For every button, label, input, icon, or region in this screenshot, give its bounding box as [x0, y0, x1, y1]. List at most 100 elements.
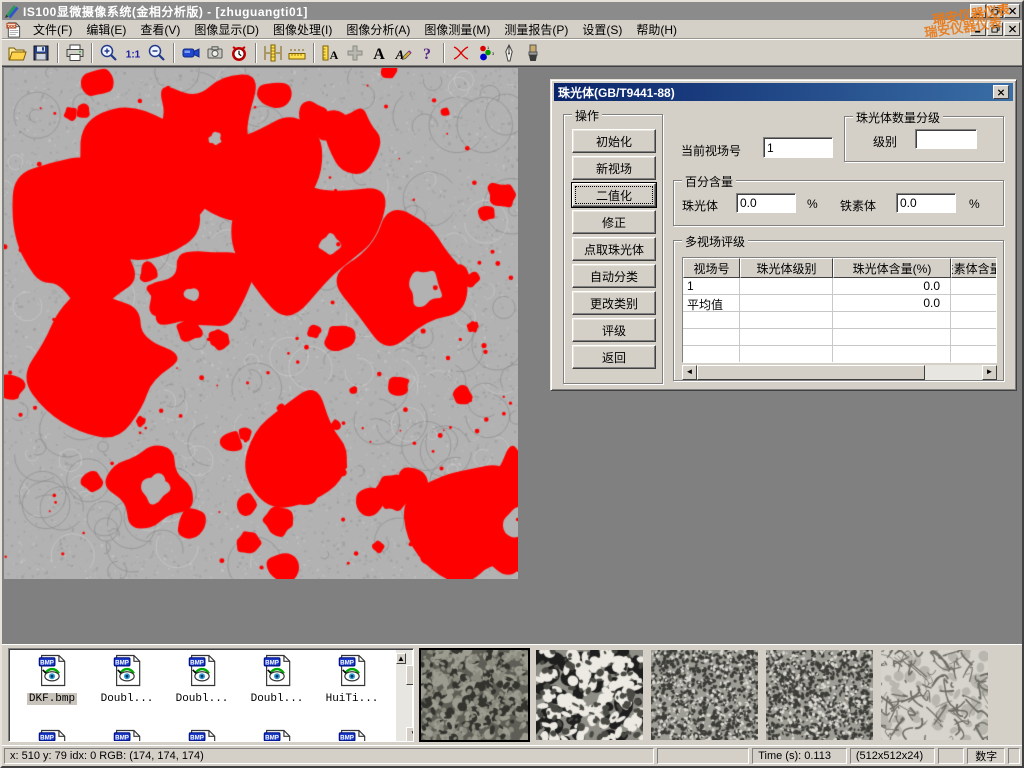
grade-button[interactable]: 评级: [572, 318, 656, 342]
measure-label-icon[interactable]: A: [319, 41, 343, 64]
thumbnail-2[interactable]: [536, 650, 643, 740]
file-item[interactable]: BMPDoubl...: [167, 654, 237, 705]
scroll-left-icon[interactable]: ◄: [682, 365, 697, 380]
child-minimize-button[interactable]: [970, 22, 986, 36]
table-cell: [683, 329, 740, 346]
svg-text:BMP: BMP: [115, 734, 129, 741]
file-item[interactable]: BMP: [242, 729, 312, 742]
ferrite-unit: %: [969, 197, 980, 211]
table-row[interactable]: [683, 312, 996, 329]
file-list-vscrollbar[interactable]: ▲ ▼: [396, 650, 412, 742]
table-header: 珠光体级别: [740, 258, 833, 278]
auto-classify-button[interactable]: 自动分类: [572, 264, 656, 288]
svg-text:BMP: BMP: [190, 659, 204, 666]
save-icon[interactable]: [29, 41, 53, 64]
child-close-button[interactable]: [1004, 22, 1020, 36]
ruler-icon[interactable]: [285, 41, 309, 64]
scroll-right-icon[interactable]: ►: [982, 365, 997, 380]
pearlite-percent-input[interactable]: [736, 193, 796, 213]
menu-settings[interactable]: 设置(S): [575, 22, 629, 38]
file-item[interactable]: BMP: [92, 729, 162, 742]
thumbnail-1[interactable]: [421, 650, 528, 740]
menu-measure-report[interactable]: 测量报告(P): [497, 22, 575, 38]
operations-group: 操作 初始化新视场二值化修正点取珠光体自动分类更改类别评级返回: [563, 114, 663, 384]
table-row[interactable]: [683, 346, 996, 363]
vscroll-thumb[interactable]: [406, 665, 414, 685]
file-item[interactable]: BMP: [17, 729, 87, 742]
svg-text:BMP: BMP: [340, 659, 354, 666]
file-item[interactable]: BMPDoubl...: [92, 654, 162, 705]
thumbnail-4[interactable]: [766, 650, 873, 740]
print-icon[interactable]: [63, 41, 87, 64]
svg-text:1: 1: [487, 45, 490, 50]
hscroll-thumb[interactable]: [697, 365, 925, 380]
table-row[interactable]: 平均值0.0: [683, 295, 996, 312]
table-hscrollbar[interactable]: ◄ ►: [682, 365, 997, 380]
change-class-button[interactable]: 更改类别: [572, 291, 656, 315]
menu-image-display[interactable]: 图像显示(D): [187, 22, 266, 38]
file-item[interactable]: BMP: [167, 729, 237, 742]
text-icon[interactable]: A: [367, 41, 391, 64]
status-time: Time (s): 0.113: [752, 748, 847, 764]
scroll-up-icon[interactable]: ▲: [396, 653, 406, 664]
ferrite-percent-input[interactable]: [896, 193, 956, 213]
return-button[interactable]: 返回: [572, 345, 656, 369]
binarize-button[interactable]: 二值化: [572, 183, 656, 207]
menu-image-analysis[interactable]: 图像分析(A): [339, 22, 417, 38]
menu-file[interactable]: 文件(F): [26, 22, 79, 38]
app-icon: [4, 3, 20, 19]
table-cell: [740, 329, 833, 346]
actual-size-icon[interactable]: 1:1: [121, 41, 145, 64]
snapshot-icon[interactable]: [203, 41, 227, 64]
zoom-in-icon[interactable]: [97, 41, 121, 64]
correct-button[interactable]: 修正: [572, 210, 656, 234]
file-panel: ▲ ▼ BMPDKF.bmpBMPDoubl...BMPDoubl...BMPD…: [2, 644, 1022, 745]
table-header: 视场号: [683, 258, 740, 278]
caliper-icon[interactable]: [261, 41, 285, 64]
file-item[interactable]: BMPHuiTi...: [317, 654, 387, 705]
pick-pearlite-button[interactable]: 点取珠光体: [572, 237, 656, 261]
open-file-icon[interactable]: [5, 41, 29, 64]
table-row[interactable]: [683, 329, 996, 346]
current-field-input[interactable]: [763, 137, 833, 158]
thumbnail-5[interactable]: [881, 650, 988, 740]
brush-icon[interactable]: [521, 41, 545, 64]
file-item[interactable]: BMPDoubl...: [242, 654, 312, 705]
svg-text:A: A: [373, 46, 385, 63]
help-icon[interactable]: ?: [415, 41, 439, 64]
child-restore-button[interactable]: [987, 22, 1003, 36]
menu-view[interactable]: 查看(V): [133, 22, 187, 38]
close-button[interactable]: [1004, 4, 1020, 18]
grid-icon[interactable]: [343, 41, 367, 64]
new-field-button[interactable]: 新视场: [572, 156, 656, 180]
video-capture-icon[interactable]: [179, 41, 203, 64]
zoom-out-icon[interactable]: [145, 41, 169, 64]
timer-icon[interactable]: [227, 41, 251, 64]
pen-icon[interactable]: [497, 41, 521, 64]
level-input[interactable]: [915, 129, 977, 149]
init-button[interactable]: 初始化: [572, 129, 656, 153]
menu-edit[interactable]: 编辑(E): [79, 22, 133, 38]
dialog-title-bar[interactable]: 珠光体(GB/T9441-88): [554, 83, 1013, 101]
rating-table[interactable]: 视场号珠光体级别珠光体含量(%)铁素体含量(%)10.0平均值0.0: [682, 257, 997, 363]
color-classify-icon[interactable]: 13: [473, 41, 497, 64]
file-item[interactable]: BMP: [317, 729, 387, 742]
menu-image-process[interactable]: 图像处理(I): [266, 22, 339, 38]
dialog-close-button[interactable]: [993, 85, 1009, 99]
thumbnail-3[interactable]: [651, 650, 758, 740]
menu-help[interactable]: 帮助(H): [629, 22, 684, 38]
svg-text:BMP: BMP: [40, 734, 54, 741]
menu-image-measure[interactable]: 图像测量(M): [417, 22, 497, 38]
file-item[interactable]: BMPDKF.bmp: [17, 654, 87, 705]
table-row[interactable]: 10.0: [683, 278, 996, 295]
curve-tool-icon[interactable]: [449, 41, 473, 64]
metallographic-image[interactable]: [4, 68, 518, 579]
text-edit-icon[interactable]: A: [391, 41, 415, 64]
minimize-button[interactable]: [970, 4, 986, 18]
thumbnail-strip: [421, 650, 988, 740]
file-list[interactable]: ▲ ▼ BMPDKF.bmpBMPDoubl...BMPDoubl...BMPD…: [8, 648, 414, 742]
restore-button[interactable]: [987, 4, 1003, 18]
scroll-down-icon[interactable]: ▼: [406, 727, 414, 742]
table-cell: [951, 312, 997, 329]
dialog-title: 珠光体(GB/T9441-88): [558, 84, 993, 101]
